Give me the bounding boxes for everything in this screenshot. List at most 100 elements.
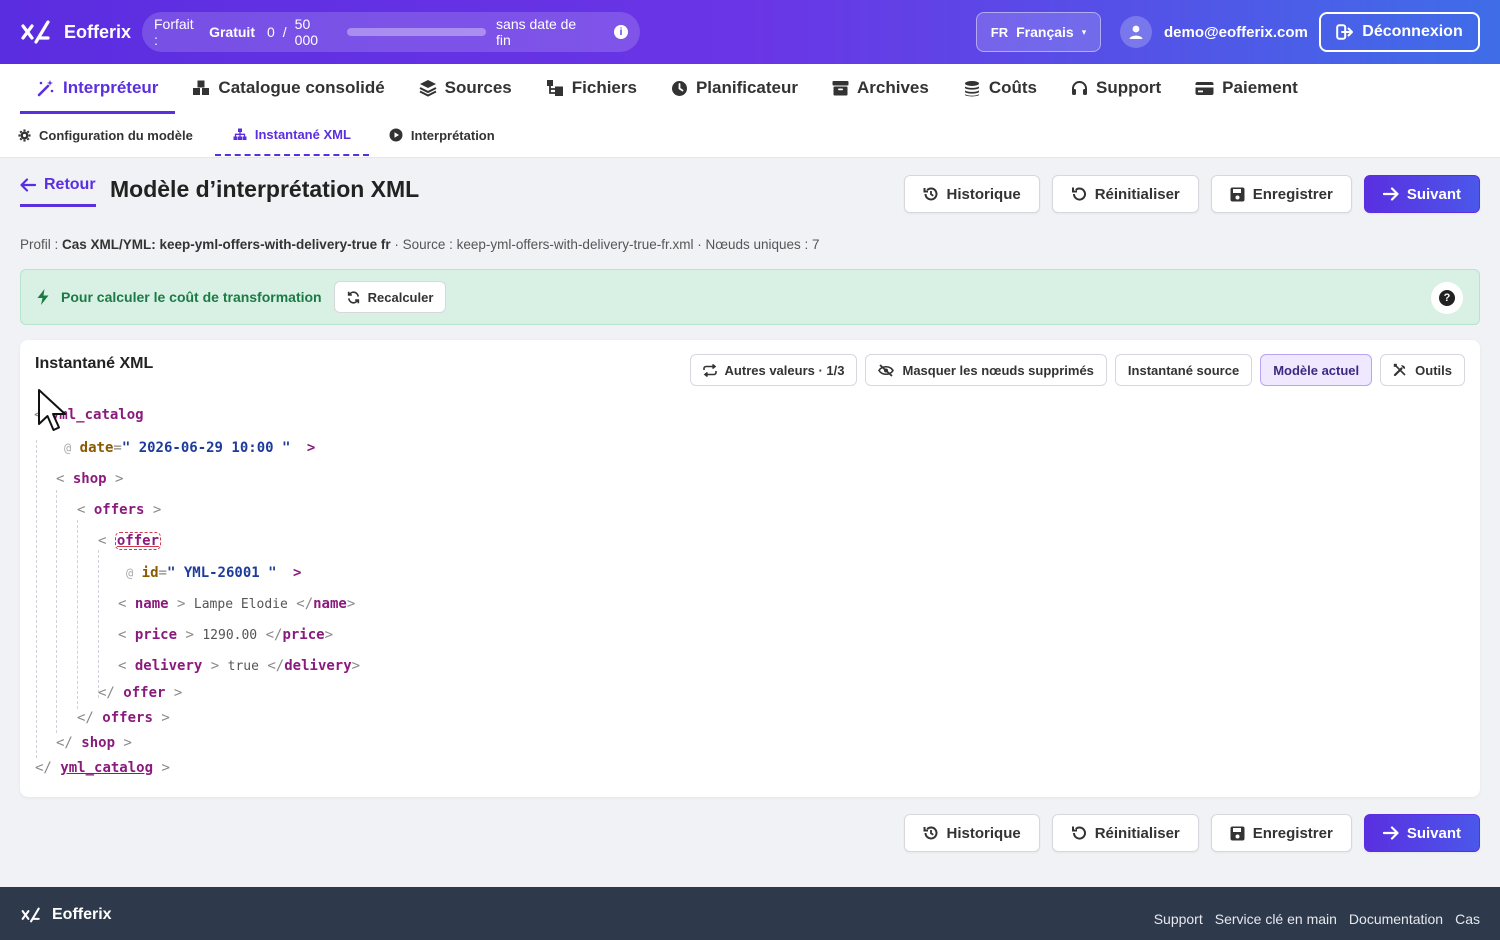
- layers-icon: [419, 80, 437, 97]
- logout-button[interactable]: Déconnexion: [1319, 12, 1480, 52]
- reset-label: Réinitialiser: [1094, 185, 1180, 203]
- alert-text: Pour calculer le coût de transformation: [61, 289, 322, 305]
- source-snapshot-label: Instantané source: [1127, 362, 1240, 378]
- footer-link-cas[interactable]: Cas: [1455, 911, 1480, 927]
- other-values-button[interactable]: Autres valeurs · 1/3: [689, 354, 858, 386]
- source-value: keep-yml-offers-with-delivery-true-fr.xm…: [456, 237, 694, 252]
- chevron-down-icon: ▾: [1081, 26, 1087, 37]
- xml-node-shop-close[interactable]: </ shop >: [56, 735, 132, 751]
- brand-logo-icon: [21, 907, 40, 923]
- tab-planificateur[interactable]: Planificateur: [654, 64, 815, 112]
- current-model-label: Modèle actuel: [1273, 362, 1360, 378]
- bottom-actions: Historique Réinitialiser Enregistrer Sui…: [903, 814, 1480, 852]
- archive-icon: [832, 81, 849, 96]
- back-label: Retour: [44, 176, 96, 193]
- hide-deleted-nodes-button[interactable]: Masquer les nœuds supprimés: [865, 354, 1107, 386]
- tab-label: Fichiers: [571, 78, 637, 97]
- history-label: Historique: [946, 185, 1021, 203]
- subtab-interpretation[interactable]: Interprétation: [389, 114, 517, 156]
- source-label: · Source :: [394, 237, 453, 252]
- reset-button-bottom[interactable]: Réinitialiser: [1051, 814, 1199, 852]
- tab-archives[interactable]: Archives: [815, 64, 946, 112]
- repeat-icon: [702, 363, 717, 377]
- language-label: Français: [1016, 24, 1074, 40]
- tab-label: Catalogue consolidé: [218, 78, 385, 97]
- recalculate-button[interactable]: Recalculer: [333, 281, 447, 313]
- mouse-cursor-icon: [38, 389, 66, 431]
- logout-label: Déconnexion: [1362, 23, 1463, 40]
- reset-button[interactable]: Réinitialiser: [1051, 175, 1199, 213]
- plan-label: Forfait :: [154, 16, 194, 48]
- subtab-label: Instantané XML: [254, 126, 351, 142]
- user-avatar-icon: [1120, 16, 1152, 48]
- history-button[interactable]: Historique: [903, 175, 1040, 213]
- info-icon[interactable]: i: [614, 25, 629, 39]
- top-bar: Eofferix Forfait : Gratuit 0 / 50 000 sa…: [0, 0, 1500, 64]
- tab-interpreteur[interactable]: Interpréteur: [20, 64, 176, 114]
- top-actions: Historique Réinitialiser Enregistrer Sui…: [903, 175, 1480, 213]
- other-values-label: Autres valeurs · 1/3: [724, 362, 845, 378]
- tab-fichiers[interactable]: Fichiers: [529, 64, 654, 112]
- next-button[interactable]: Suivant: [1363, 175, 1480, 213]
- reset-label: Réinitialiser: [1094, 824, 1180, 842]
- tab-couts[interactable]: Coûts: [946, 64, 1054, 112]
- nodes-label: · Nœuds uniques :: [697, 237, 809, 252]
- footer-link-documentation[interactable]: Documentation: [1349, 911, 1443, 927]
- main-nav: Interpréteur Catalogue consolidé Sources…: [0, 64, 1500, 114]
- tools-button[interactable]: Outils: [1380, 354, 1465, 386]
- plan-name: Gratuit: [209, 24, 255, 40]
- xml-attr-date[interactable]: @ date=" 2026-06-29 10:00 " >: [64, 440, 315, 456]
- undo-icon: [1071, 187, 1086, 201]
- source-snapshot-button[interactable]: Instantané source: [1114, 354, 1253, 386]
- undo-icon: [1071, 826, 1086, 840]
- xml-node-name[interactable]: < name > Lampe Elodie </name>: [118, 596, 355, 612]
- footer: Eofferix Support Service clé en main Doc…: [0, 887, 1500, 940]
- tab-catalogue-consolide[interactable]: Catalogue consolidé: [175, 64, 401, 112]
- recalculate-label: Recalculer: [367, 289, 434, 305]
- question-icon: ?: [1439, 290, 1455, 306]
- footer-brand-name: Eofferix: [52, 906, 112, 923]
- profile-meta: Profil : Cas XML/YML: keep-yml-offers-wi…: [20, 237, 820, 252]
- history-button-bottom[interactable]: Historique: [903, 814, 1040, 852]
- bolt-icon: [37, 289, 49, 305]
- current-model-button[interactable]: Modèle actuel: [1260, 354, 1373, 386]
- profile-label: Profil :: [20, 237, 59, 252]
- next-label: Suivant: [1406, 185, 1461, 203]
- save-button[interactable]: Enregistrer: [1210, 175, 1352, 213]
- footer-link-support[interactable]: Support: [1154, 911, 1203, 927]
- tab-support[interactable]: Support: [1054, 64, 1178, 112]
- xml-node-shop-open[interactable]: < shop >: [56, 471, 123, 487]
- xml-node-offers-open[interactable]: < offers >: [77, 502, 161, 518]
- xml-node-offers-close[interactable]: </ offers >: [77, 710, 170, 726]
- sitemap-icon: [233, 128, 247, 140]
- subtab-instantane-xml[interactable]: Instantané XML: [214, 114, 369, 156]
- subtab-configuration[interactable]: Configuration du modèle: [18, 114, 215, 156]
- plan-separator: /: [282, 24, 287, 40]
- back-button[interactable]: Retour: [20, 176, 96, 207]
- help-button[interactable]: ?: [1431, 282, 1463, 314]
- tab-paiement[interactable]: Paiement: [1178, 64, 1315, 112]
- xml-node-delivery[interactable]: < delivery > true </delivery>: [118, 658, 360, 674]
- tab-label: Interpréteur: [63, 77, 159, 97]
- xml-node-price[interactable]: < price > 1290.00 </price>: [118, 627, 333, 643]
- save-icon: [1230, 187, 1245, 201]
- save-button-bottom[interactable]: Enregistrer: [1210, 814, 1352, 852]
- language-selector[interactable]: FR Français ▾: [976, 12, 1101, 52]
- footer-brand[interactable]: Eofferix: [20, 906, 112, 924]
- xml-node-root-close[interactable]: </ yml_catalog >: [35, 760, 170, 776]
- xml-attr-id[interactable]: @ id=" YML-26001 " >: [126, 565, 301, 581]
- logout-icon: [1336, 24, 1354, 40]
- plan-limit: 50 000: [294, 16, 319, 48]
- gear-icon: [18, 128, 31, 142]
- footer-link-service[interactable]: Service clé en main: [1215, 911, 1337, 927]
- brand[interactable]: Eofferix: [20, 18, 131, 46]
- save-label: Enregistrer: [1252, 824, 1333, 842]
- xml-node-offer-open[interactable]: < offer: [98, 532, 162, 550]
- card-title: Instantané XML: [35, 355, 154, 372]
- page-title: Modèle d’interprétation XML: [110, 176, 420, 202]
- tab-sources[interactable]: Sources: [402, 64, 529, 112]
- refresh-icon: [347, 290, 359, 304]
- user-menu[interactable]: demo@eofferix.com: [1120, 16, 1308, 48]
- next-button-bottom[interactable]: Suivant: [1363, 814, 1480, 852]
- xml-node-offer-close[interactable]: </ offer >: [98, 685, 182, 701]
